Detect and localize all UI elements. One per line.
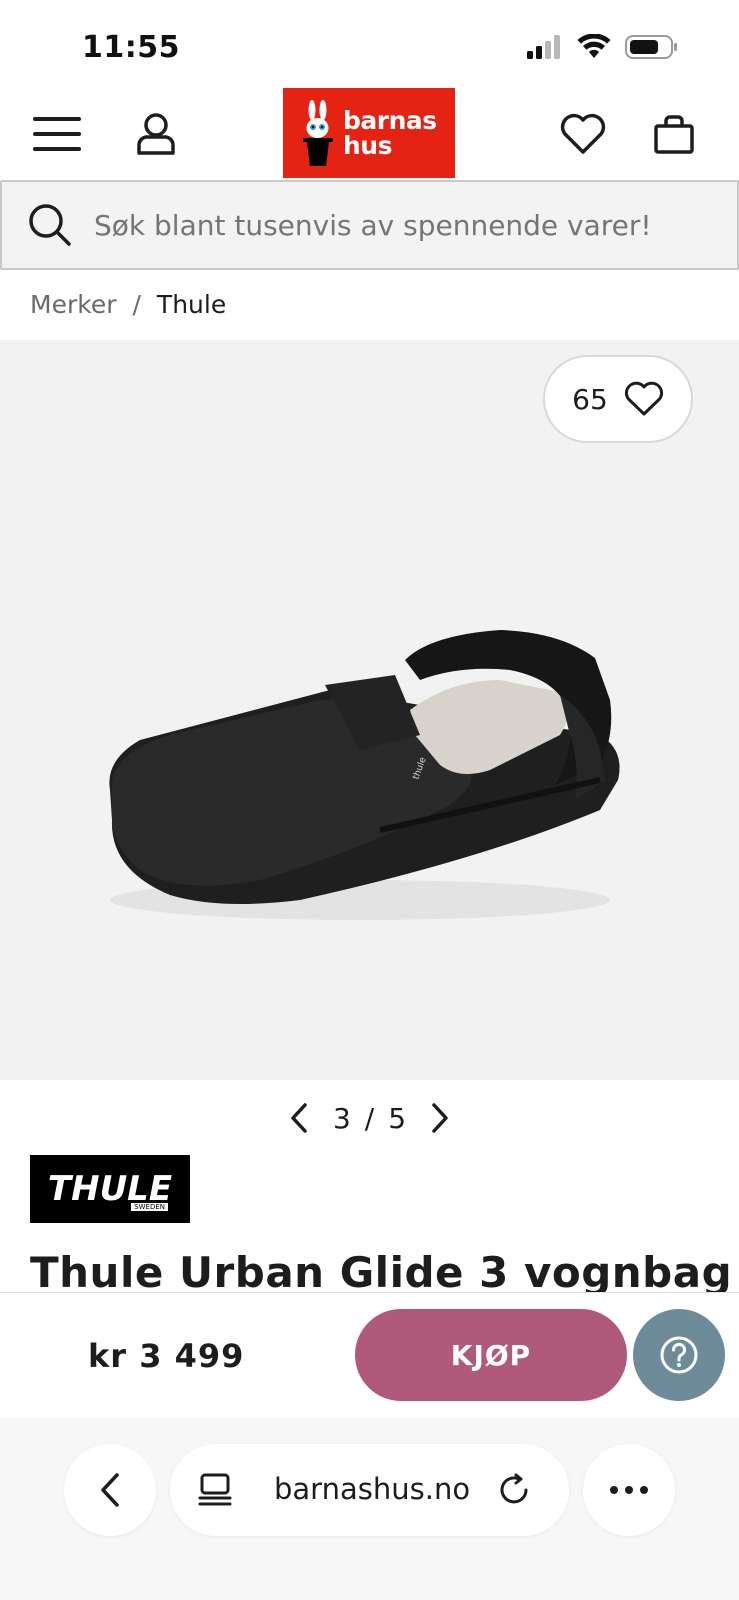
browser-url: barnashus.no [274,1472,471,1506]
product-image-gallery[interactable]: 65 thule [0,340,739,1080]
user-icon [137,113,175,155]
logo-text-line2: hus [343,131,392,160]
site-header: barnas hus [0,88,739,180]
gallery-pager: 3 / 5 [0,1090,739,1146]
pager-separator: / [364,1101,375,1135]
wishlist-button[interactable] [555,106,611,162]
total-images-number: 5 [388,1101,407,1135]
product-title: Thule Urban Glide 3 vognbag [30,1248,730,1292]
question-mark-icon [660,1336,698,1374]
wifi-icon [577,34,611,58]
browser-address-bar[interactable]: barnashus.no [170,1444,569,1536]
site-logo[interactable]: barnas hus [283,88,455,178]
help-button[interactable] [633,1309,725,1401]
next-image-button[interactable] [420,1098,460,1138]
tabs-icon[interactable] [198,1473,232,1507]
rabbit-in-hat-logo-icon [303,100,333,166]
heart-icon [560,113,606,154]
status-time: 11:55 [82,30,180,65]
battery-icon [625,35,677,59]
product-image-bassinet: thule [109,630,620,920]
breadcrumb-item-thule[interactable]: Thule [157,290,226,319]
hamburger-menu-icon [33,117,81,151]
chevron-right-icon [432,1103,448,1133]
brand-logo-subtext: SWEDEN [131,1203,168,1211]
buy-button[interactable]: KJØP [355,1309,627,1401]
logo-text: barnas hus [335,108,437,158]
chevron-left-icon [101,1473,119,1507]
sticky-buy-bar: kr 3 499 KJØP [0,1292,739,1418]
cellular-signal-icon [527,35,560,59]
reload-icon[interactable] [497,1473,531,1507]
cart-button[interactable] [646,106,702,162]
browser-toolbar: barnashus.no [0,1418,739,1600]
search-bar[interactable] [0,180,739,270]
search-icon [29,204,71,246]
brand-logo-thule[interactable]: THULE SWEDEN [30,1155,190,1223]
account-button[interactable] [128,106,184,162]
current-image-number: 3 [332,1101,351,1135]
breadcrumb: Merker / Thule [30,290,226,319]
shopping-bag-icon [654,115,694,154]
previous-image-button[interactable] [279,1098,319,1138]
browser-more-button[interactable] [583,1444,675,1536]
browser-back-button[interactable] [64,1444,156,1536]
more-dots-icon [610,1486,648,1494]
breadcrumb-item-merker[interactable]: Merker [30,290,116,319]
product-price: kr 3 499 [88,1337,245,1375]
menu-button[interactable] [30,106,86,162]
status-bar: 11:55 [0,0,739,90]
logo-text-line1: barnas [343,106,437,135]
breadcrumb-separator: / [132,290,141,319]
chevron-left-icon [291,1103,307,1133]
search-input[interactable] [94,208,694,242]
status-icons [527,34,679,60]
